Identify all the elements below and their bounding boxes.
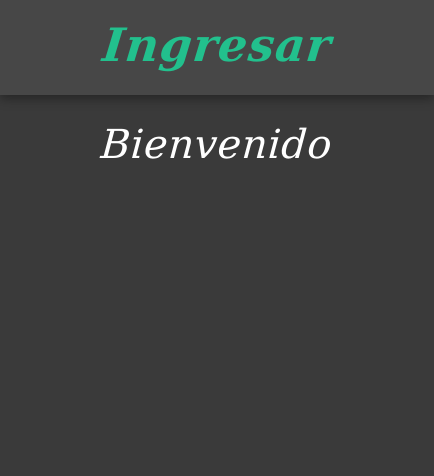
app-header: Ingresar [0, 0, 434, 95]
welcome-heading: Bienvenido [99, 122, 335, 168]
page-title: Ingresar [99, 17, 335, 72]
main-content: Bienvenido [0, 95, 434, 476]
